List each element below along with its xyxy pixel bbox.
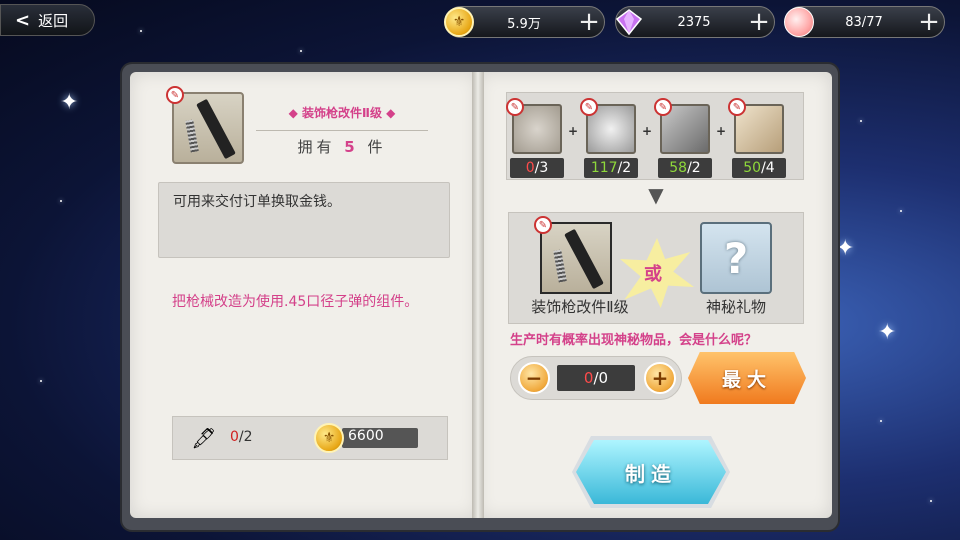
add-peaches-button[interactable]: + <box>914 7 944 37</box>
order-quill-icon: 🖋 <box>191 426 217 450</box>
item-note: 把枪械改造为使用.45口径子弹的组件。 <box>172 294 419 310</box>
coins-value: 5.9万 <box>507 16 541 32</box>
chevron-left-icon: < <box>15 9 31 31</box>
mystery-gift-label: 神秘礼物 <box>705 298 766 316</box>
result-item-thumbnail[interactable] <box>540 222 612 294</box>
result-item-label: 装饰枪改件Ⅱ级 <box>531 298 629 316</box>
gun-part-icon <box>196 98 236 160</box>
material-badge-icon: ✎ <box>580 98 598 116</box>
add-coins-button[interactable]: + <box>574 7 604 37</box>
gem-icon <box>614 7 644 37</box>
gold-cost-value: 6600 <box>342 428 418 448</box>
spring-icon <box>185 119 199 153</box>
gun-part-icon <box>564 228 604 290</box>
plus-icon: + <box>568 124 579 138</box>
max-button[interactable]: 最大 <box>688 352 806 404</box>
back-button[interactable]: < 返回 <box>0 4 95 36</box>
or-label: 或 <box>644 264 662 285</box>
peach-icon <box>784 7 814 37</box>
coin-icon: ⚜ <box>444 7 474 37</box>
add-gems-button[interactable]: + <box>744 7 774 37</box>
owned-count: 拥有 5 件 <box>297 138 387 156</box>
gold-coin-icon: ⚜ <box>314 423 344 453</box>
item-description: 可用来交付订单换取金钱。 <box>158 182 450 258</box>
material-count-4: 50/4 <box>732 158 786 178</box>
spring-icon <box>553 249 567 283</box>
resource-gems: 2375 + <box>615 6 775 38</box>
resource-peaches: 83/77 + <box>784 6 945 38</box>
resource-coins: ⚜ 5.9万 + <box>444 6 605 38</box>
mystery-hint: 生产时有概率出现神秘物品，会是什么呢？ <box>510 333 758 348</box>
result-badge-icon: ✎ <box>534 216 552 234</box>
mystery-gift-icon[interactable]: ? <box>700 222 772 294</box>
gems-value: 2375 <box>677 14 711 30</box>
item-type-badge-icon: ✎ <box>166 86 184 104</box>
material-badge-icon: ✎ <box>654 98 672 116</box>
back-label: 返回 <box>38 11 69 30</box>
item-thumbnail <box>172 92 244 164</box>
material-count-3: 58/2 <box>658 158 712 178</box>
decrease-button[interactable]: − <box>518 362 550 394</box>
divider <box>256 130 428 131</box>
chevron-down-icon: ▼ <box>648 183 664 207</box>
peaches-value: 83/77 <box>845 14 883 30</box>
plus-icon: + <box>642 124 653 138</box>
quantity-value: 0/0 <box>557 365 635 391</box>
material-count-1: 0/3 <box>510 158 564 178</box>
item-name: ◆ 装饰枪改件Ⅱ级 ◆ <box>288 106 396 120</box>
book-spine <box>472 72 484 518</box>
order-count: 0/2 <box>230 429 253 445</box>
increase-button[interactable]: + <box>644 362 676 394</box>
material-count-2: 117/2 <box>584 158 638 178</box>
plus-icon: + <box>716 124 727 138</box>
make-button[interactable]: 制造 <box>576 440 726 504</box>
material-badge-icon: ✎ <box>728 98 746 116</box>
material-badge-icon: ✎ <box>506 98 524 116</box>
